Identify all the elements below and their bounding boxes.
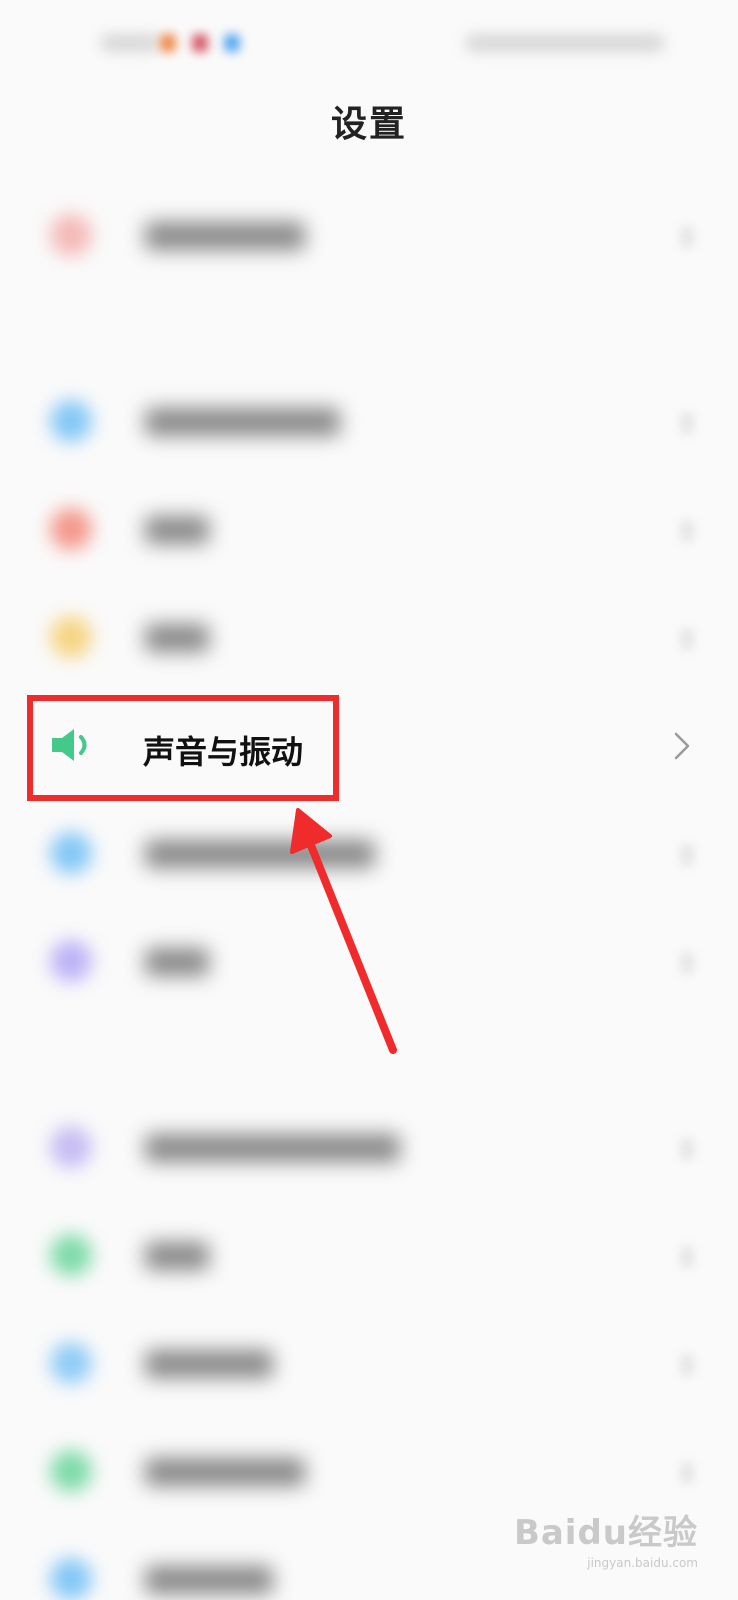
item-icon — [50, 400, 92, 442]
settings-item-blurred[interactable] — [0, 372, 738, 472]
settings-item-blurred[interactable] — [0, 1206, 738, 1306]
item-icon — [50, 214, 92, 256]
chevron-right-icon — [680, 1246, 694, 1268]
chevron-right-icon — [680, 1138, 694, 1160]
item-label-blurred — [145, 516, 209, 544]
settings-item-blurred[interactable] — [0, 588, 738, 688]
status-notification-icon — [224, 34, 240, 52]
item-label-blurred — [145, 222, 305, 250]
status-notification-icon — [192, 34, 208, 52]
page-title: 设置 — [330, 104, 407, 145]
item-label-blurred — [145, 840, 375, 868]
chevron-right-icon — [680, 952, 694, 974]
chevron-right-icon — [680, 412, 694, 434]
chevron-right-icon — [680, 1354, 694, 1376]
settings-item-blurred[interactable] — [0, 480, 738, 580]
chevron-right-icon — [680, 520, 694, 542]
item-label-blurred — [145, 1134, 400, 1162]
item-label-blurred — [145, 1242, 209, 1270]
settings-item-blurred[interactable] — [0, 912, 738, 1012]
watermark-brand: Baidu经验 — [513, 1513, 698, 1553]
settings-screen: 设置 声音与振动 Baidu经验 jingyan.baidu.com — [0, 0, 738, 1600]
chevron-right-icon — [680, 844, 694, 866]
chevron-right-icon — [680, 1462, 694, 1484]
item-label-blurred — [145, 948, 209, 976]
chevron-right-icon — [674, 732, 690, 760]
item-icon — [50, 508, 92, 550]
watermark-url: jingyan.baidu.com — [587, 1556, 698, 1570]
item-label-blurred — [145, 1458, 305, 1486]
item-label-blurred — [145, 1350, 273, 1378]
settings-item-blurred[interactable] — [0, 804, 738, 904]
settings-item-blurred[interactable] — [0, 186, 738, 286]
item-icon — [50, 616, 92, 658]
settings-item-sound-vibration[interactable]: 声音与振动 — [0, 695, 738, 801]
item-icon — [50, 940, 92, 982]
highlight-box — [27, 695, 339, 801]
status-bar — [0, 0, 738, 90]
item-label-blurred — [145, 408, 340, 436]
item-icon — [50, 1342, 92, 1384]
status-time — [100, 34, 160, 52]
item-icon — [50, 832, 92, 874]
watermark: Baidu经验 jingyan.baidu.com — [514, 1505, 698, 1570]
item-label-blurred — [145, 1566, 273, 1594]
settings-item-blurred[interactable] — [0, 1314, 738, 1414]
item-label-blurred — [145, 624, 209, 652]
item-icon — [50, 1126, 92, 1168]
chevron-right-icon — [680, 226, 694, 248]
settings-item-blurred[interactable] — [0, 1098, 738, 1198]
status-indicators — [465, 34, 665, 52]
status-notification-icon — [160, 34, 176, 52]
chevron-right-icon — [680, 628, 694, 650]
item-icon — [50, 1450, 92, 1492]
item-icon — [50, 1234, 92, 1276]
item-icon — [50, 1558, 92, 1600]
